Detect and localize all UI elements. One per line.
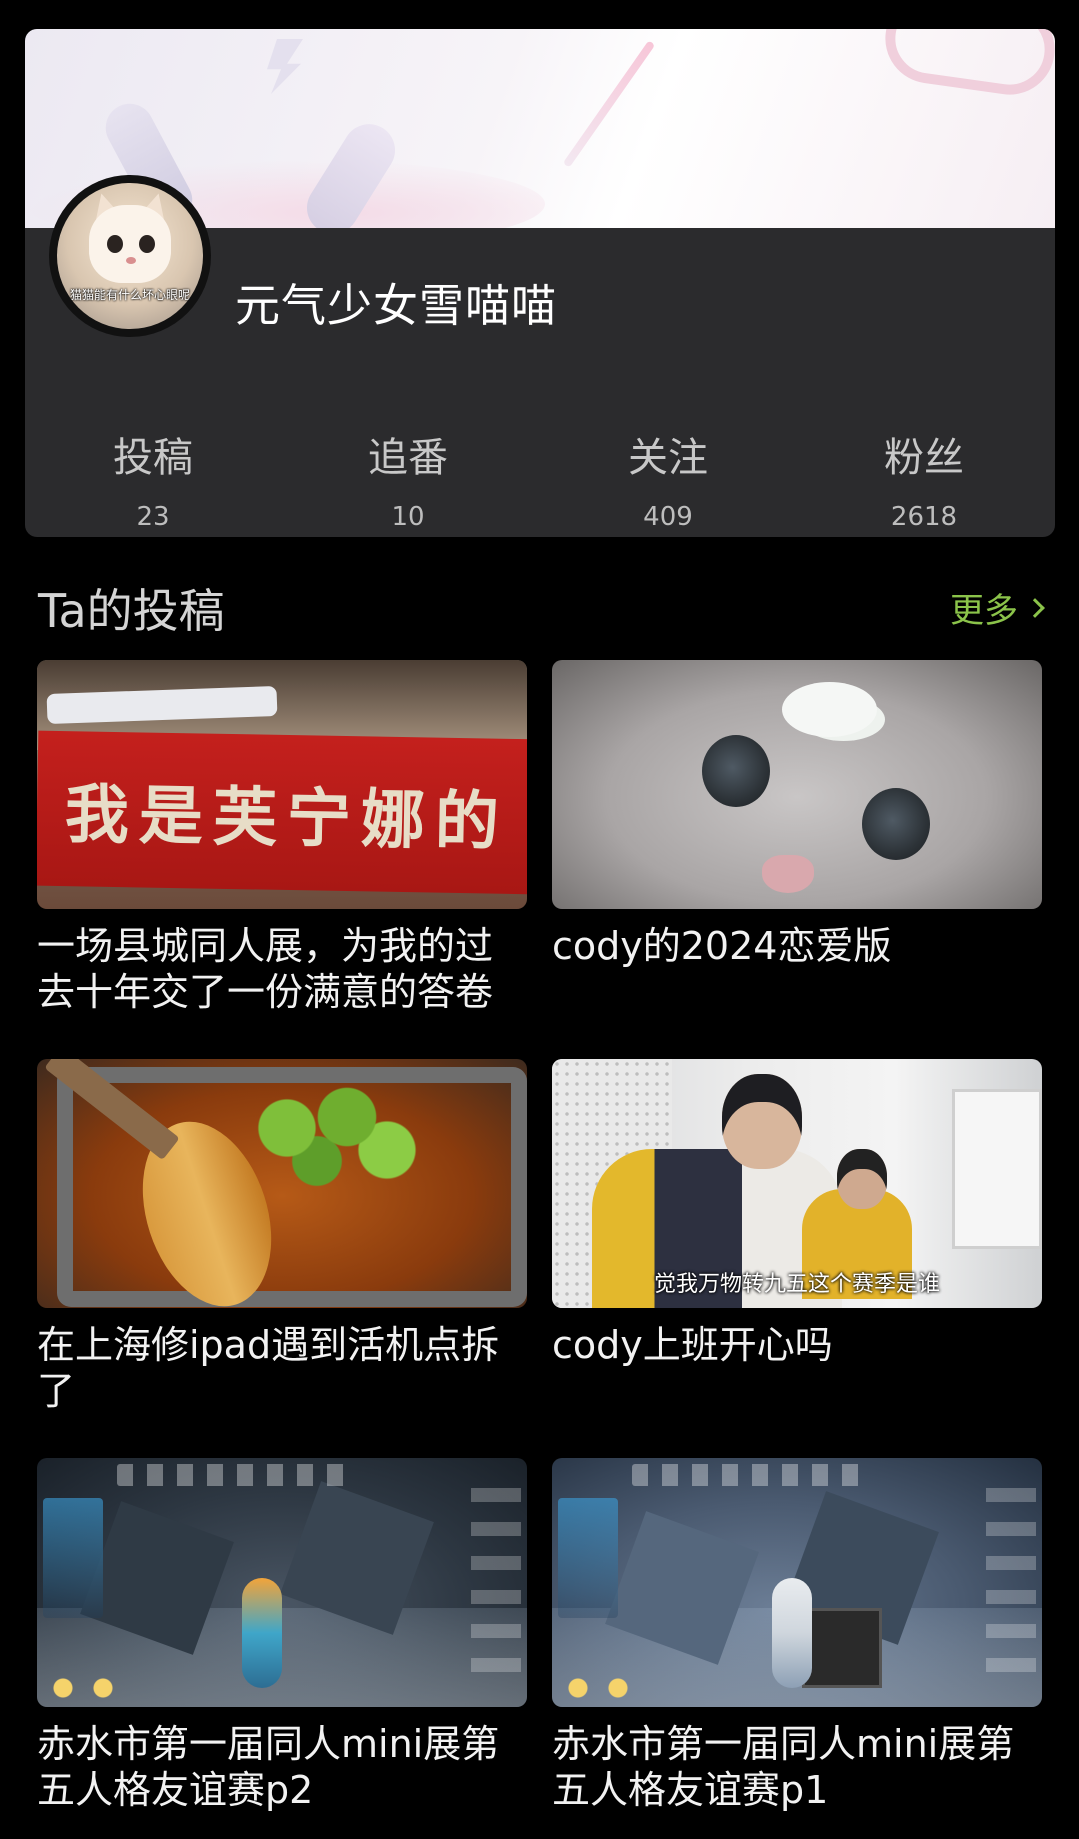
stat-value: 10 — [391, 502, 425, 532]
video-title[interactable]: 赤水市第一届同人mini展第五人格友谊赛p1 — [552, 1721, 1042, 1813]
video-title[interactable]: 在上海修ipad遇到活机点拆了 — [37, 1322, 527, 1414]
stat-label: 关注 — [628, 435, 708, 481]
video-card[interactable]: cody的2024恋爱版 — [552, 660, 1042, 969]
video-title[interactable]: cody的2024恋爱版 — [552, 923, 1042, 969]
avatar[interactable]: 猫猫能有什么坏心眼呢 — [49, 175, 211, 337]
stat-value: 409 — [643, 502, 693, 532]
stat-following[interactable]: 关注 409 — [588, 434, 748, 532]
more-label: 更多 — [950, 591, 1018, 631]
username: 元气少女雪喵喵 — [235, 279, 558, 332]
video-card[interactable]: 赤水市第一届同人mini展第五人格友谊赛p2 — [37, 1458, 527, 1813]
video-card[interactable]: 赤水市第一届同人mini展第五人格友谊赛p1 — [552, 1458, 1042, 1813]
avatar-image: 猫猫能有什么坏心眼呢 — [57, 183, 203, 329]
stat-label: 投稿 — [113, 435, 193, 481]
stat-label: 追番 — [368, 435, 448, 481]
stat-following-anime[interactable]: 追番 10 — [328, 434, 488, 532]
profile-stats: 投稿 23 追番 10 关注 409 粉丝 2618 — [25, 434, 1055, 534]
stat-submissions[interactable]: 投稿 23 — [73, 434, 233, 532]
video-thumbnail[interactable] — [37, 1458, 527, 1707]
video-thumbnail[interactable] — [552, 660, 1042, 909]
stat-fans[interactable]: 粉丝 2618 — [844, 434, 1004, 532]
video-card[interactable]: 我是芙宁娜的 一场县城同人展，为我的过去十年交了一份满意的答卷 — [37, 660, 527, 1015]
video-thumbnail[interactable]: 我是芙宁娜的 — [37, 660, 527, 909]
chevron-right-icon — [1025, 597, 1045, 618]
profile-card: 猫猫能有什么坏心眼呢 元气少女雪喵喵 投稿 23 追番 10 关注 409 粉丝… — [25, 29, 1055, 537]
video-card[interactable]: 在上海修ipad遇到活机点拆了 — [37, 1059, 527, 1414]
stat-value: 23 — [136, 502, 170, 532]
profile-page: 猫猫能有什么坏心眼呢 元气少女雪喵喵 投稿 23 追番 10 关注 409 粉丝… — [0, 0, 1079, 1839]
video-thumbnail[interactable]: 觉我万物转九五这个赛季是谁 — [552, 1059, 1042, 1308]
more-link[interactable]: 更多 — [950, 583, 1045, 632]
video-title[interactable]: 一场县城同人展，为我的过去十年交了一份满意的答卷 — [37, 923, 527, 1015]
section-title: Ta的投稿 — [38, 584, 225, 638]
video-thumbnail[interactable] — [37, 1059, 527, 1308]
thumbnail-banner-text: 我是芙宁娜的 — [64, 776, 510, 860]
video-card[interactable]: 觉我万物转九五这个赛季是谁 cody上班开心吗 — [552, 1059, 1042, 1368]
stat-label: 粉丝 — [884, 435, 964, 481]
thumbnail-subtitle: 觉我万物转九五这个赛季是谁 — [653, 1272, 940, 1297]
video-title[interactable]: 赤水市第一届同人mini展第五人格友谊赛p2 — [37, 1721, 527, 1813]
stat-value: 2618 — [890, 502, 958, 532]
video-title[interactable]: cody上班开心吗 — [552, 1322, 1042, 1368]
avatar-caption: 猫猫能有什么坏心眼呢 — [69, 288, 190, 302]
video-thumbnail[interactable] — [552, 1458, 1042, 1707]
